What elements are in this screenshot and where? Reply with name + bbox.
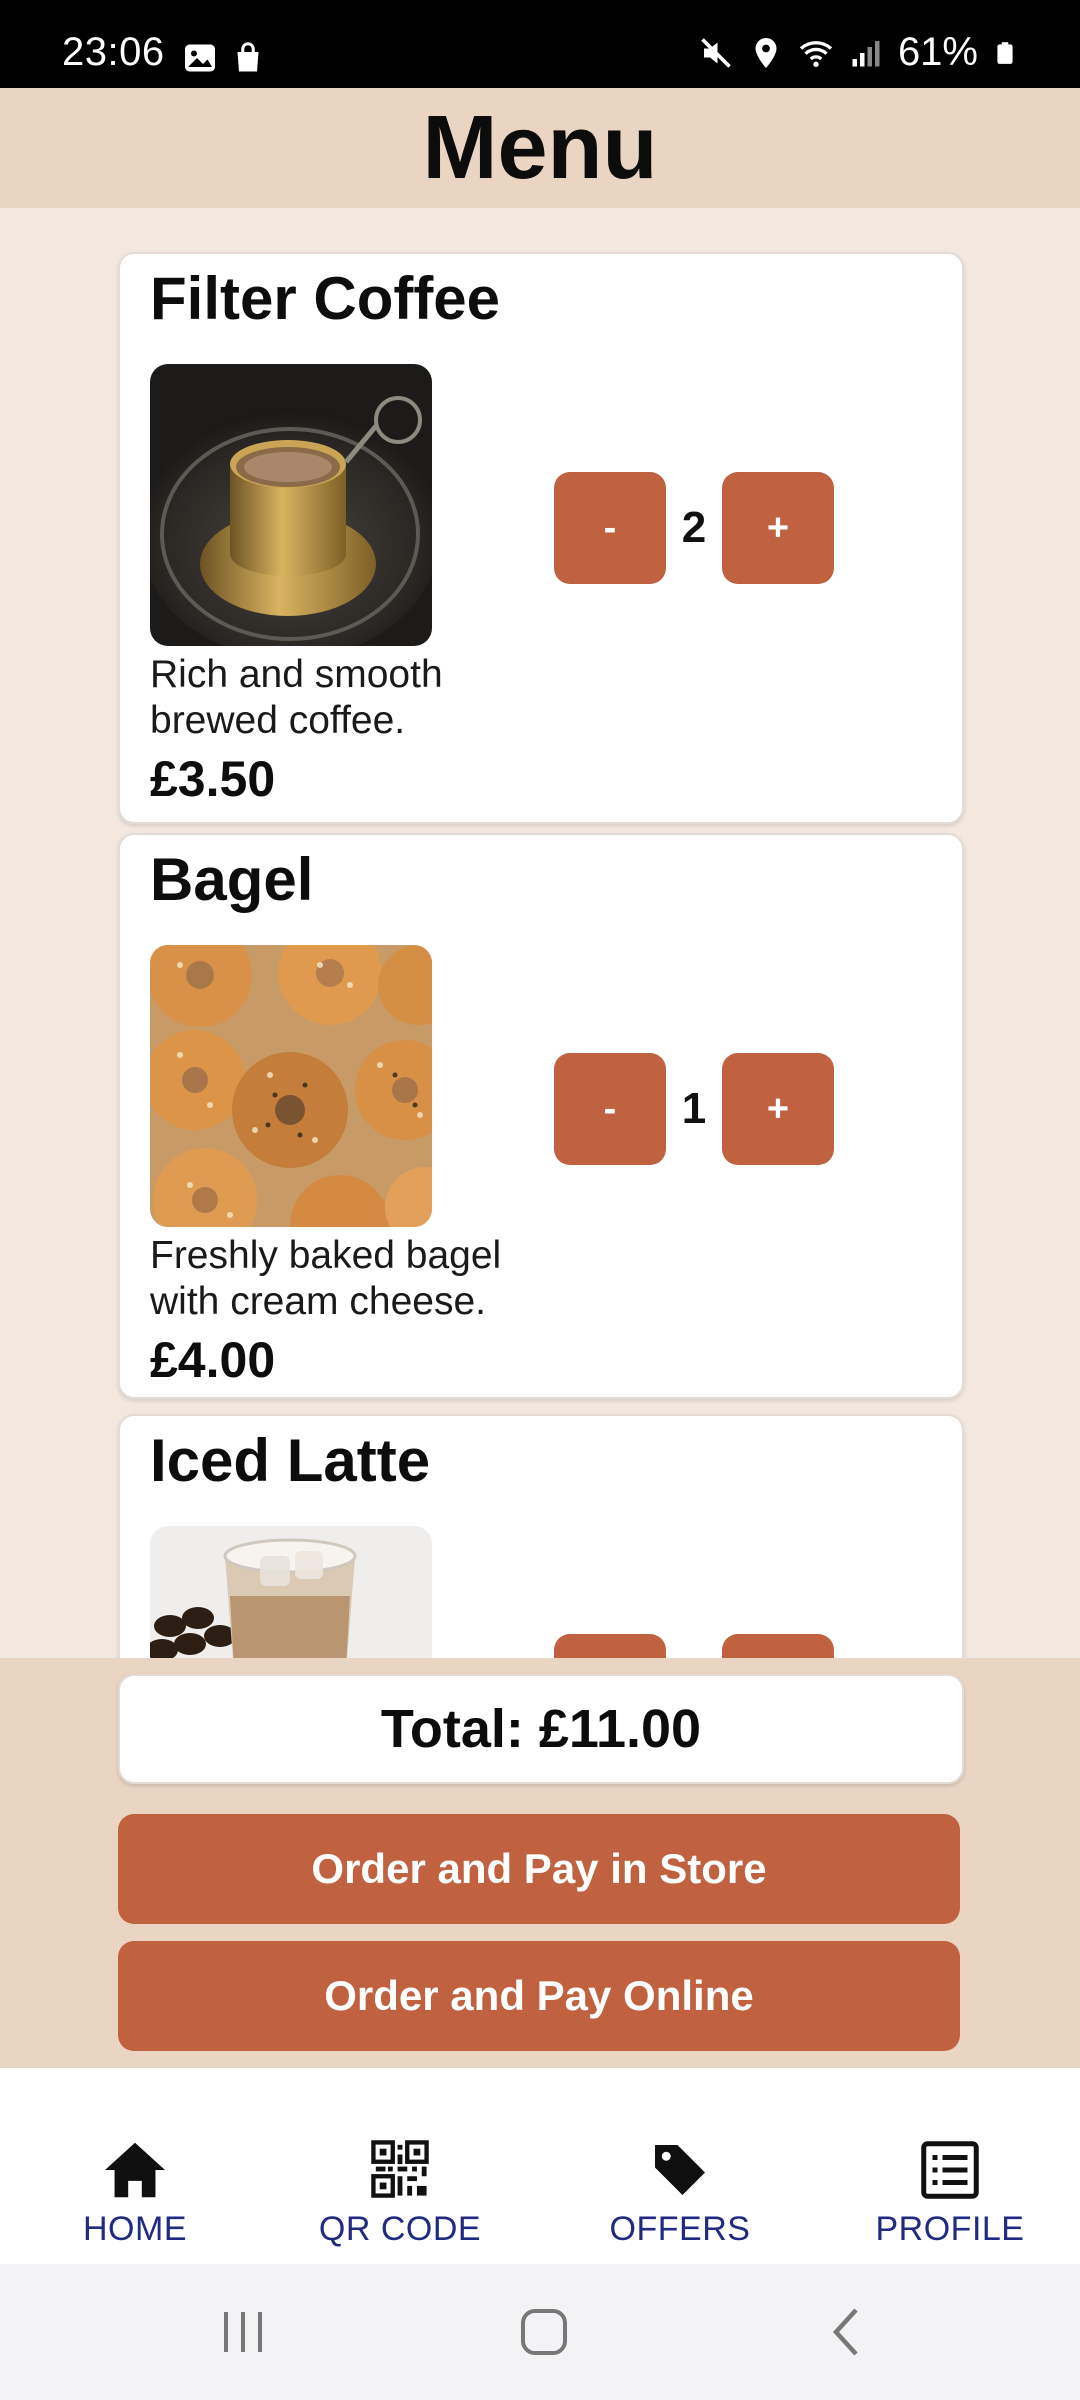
menu-item-card: Bagel Freshly baked bagel with cream che…	[118, 833, 964, 1399]
decrease-quantity-button[interactable]: -	[554, 1053, 666, 1165]
qr-code-icon	[371, 2140, 429, 2198]
status-bar: 23:06 61%	[0, 0, 1080, 88]
location-icon	[755, 37, 777, 68]
quantity-value: 2	[681, 503, 707, 552]
increase-quantity-button[interactable]: +	[722, 472, 834, 584]
shopping-bag-icon	[237, 42, 259, 72]
recent-apps-icon[interactable]	[218, 2304, 268, 2360]
back-icon[interactable]	[826, 2304, 866, 2360]
nav-label-qr-code: QR CODE	[318, 2210, 482, 2248]
menu-item-price: £4.00	[150, 1332, 276, 1388]
nav-item-offers[interactable]: OFFERS	[545, 2068, 815, 2264]
page-header: Menu	[0, 88, 1080, 208]
order-total: Total: £11.00	[118, 1674, 964, 1784]
mute-icon	[701, 37, 731, 68]
bottom-navigation: HOME QR CODE OFFERS PROFILE	[0, 2068, 1080, 2264]
menu-item-name: Bagel	[150, 846, 314, 913]
menu-item-card: Iced Latte - +	[118, 1414, 964, 1658]
order-panel: Total: £11.00 Order and Pay in Store Ord…	[0, 1658, 1080, 2068]
menu-item-name: Filter Coffee	[150, 265, 501, 332]
menu-item-description: Freshly baked bagel with cream cheese.	[150, 1234, 502, 1323]
home-icon	[105, 2142, 165, 2198]
nav-item-home[interactable]: HOME	[0, 2068, 270, 2264]
decrease-quantity-button[interactable]: -	[554, 472, 666, 584]
iced-latte-image	[150, 1526, 432, 1658]
quantity-stepper: - +	[554, 1634, 834, 1658]
increase-quantity-button[interactable]: +	[722, 1053, 834, 1165]
filter-coffee-image	[150, 364, 432, 646]
wifi-icon	[799, 40, 833, 67]
quantity-value: 1	[681, 1084, 707, 1133]
nav-label-profile: PROFILE	[875, 2210, 1025, 2248]
order-pay-online-button[interactable]: Order and Pay Online	[118, 1941, 960, 2051]
nav-label-offers: OFFERS	[609, 2210, 751, 2248]
gallery-icon	[185, 44, 215, 72]
nav-label-home: HOME	[83, 2210, 187, 2248]
nav-item-profile[interactable]: PROFILE	[815, 2068, 1080, 2264]
battery-icon	[997, 41, 1013, 64]
system-navigation-bar	[0, 2264, 1080, 2400]
menu-item-name: Iced Latte	[150, 1427, 431, 1494]
page-title: Menu	[422, 97, 658, 198]
home-system-icon[interactable]	[516, 2304, 572, 2360]
status-time: 23:06	[62, 30, 165, 74]
battery-percent: 61%	[897, 30, 978, 74]
menu-item-description: Rich and smooth brewed coffee.	[150, 653, 443, 742]
profile-list-icon	[921, 2141, 979, 2199]
quantity-stepper: - 1 +	[554, 1053, 834, 1165]
menu-item-card: Filter Coffee Rich and smooth brewed cof…	[118, 252, 964, 824]
signal-icon	[852, 40, 880, 66]
menu-item-price: £3.50	[150, 751, 276, 807]
quantity-stepper: - 2 +	[554, 472, 834, 584]
increase-quantity-button[interactable]: +	[722, 1634, 834, 1658]
nav-item-qr-code[interactable]: QR CODE	[265, 2068, 535, 2264]
tag-icon	[655, 2145, 705, 2195]
menu-list[interactable]: Filter Coffee Rich and smooth brewed cof…	[0, 208, 1080, 1658]
decrease-quantity-button[interactable]: -	[554, 1634, 666, 1658]
order-pay-in-store-button[interactable]: Order and Pay in Store	[118, 1814, 960, 1924]
bagel-image	[150, 945, 432, 1227]
